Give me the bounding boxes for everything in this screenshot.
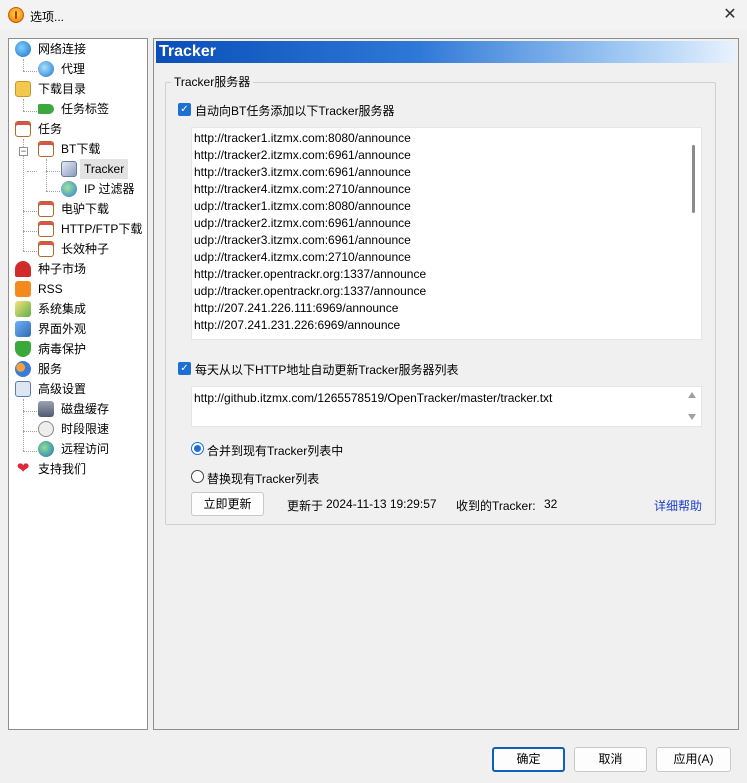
auto-add-label: 自动向BT任务添加以下Tracker服务器 — [195, 104, 395, 118]
users-icon — [15, 361, 31, 377]
update-now-button[interactable]: 立即更新 — [191, 492, 264, 516]
rss-icon — [15, 281, 31, 297]
tracker-cube-icon — [61, 161, 77, 177]
apply-button[interactable]: 应用(A) — [656, 747, 731, 772]
auto-update-label: 每天从以下HTTP地址自动更新Tracker服务器列表 — [195, 363, 459, 377]
remote-globe-icon — [38, 441, 54, 457]
status-received: 收到的Tracker: — [456, 499, 536, 513]
task-clipboard-icon — [15, 121, 31, 137]
options-tree[interactable]: − 网络连接 代理 下载目录 任务标签 任务 BT下载 Tracker IP 过… — [8, 38, 148, 730]
cancel-button[interactable]: 取消 — [574, 747, 647, 772]
close-button[interactable]: ✕ — [718, 4, 742, 26]
tracker-list-scrollbar[interactable] — [692, 145, 695, 213]
tracker-line: http://tracker4.itzmx.com:2710/announce — [194, 182, 411, 196]
globe-proxy-icon — [38, 61, 54, 77]
window-title: 选项... — [30, 10, 65, 24]
appearance-icon — [15, 321, 31, 337]
tracker-line: http://tracker1.itzmx.com:8080/announce — [194, 131, 411, 145]
shield-icon — [15, 341, 31, 357]
auto-add-checkbox[interactable]: ✓ — [178, 103, 191, 116]
bt-collapse-toggle[interactable]: − — [19, 147, 28, 156]
folder-open-icon — [15, 81, 31, 97]
tracker-line: http://207.241.231.226:6969/announce — [194, 318, 401, 332]
tracker-line: udp://tracker.opentrackr.org:1337/announ… — [194, 284, 427, 298]
tracker-line: udp://tracker4.itzmx.com:2710/announce — [194, 250, 411, 264]
status-count: 32 — [544, 497, 558, 511]
magnet-icon — [15, 261, 31, 277]
schedule-icon — [38, 421, 54, 437]
replace-radio[interactable] — [191, 470, 204, 483]
tracker-line: udp://tracker2.itzmx.com:6961/announce — [194, 216, 411, 230]
app-icon — [8, 7, 24, 23]
merge-label: 合并到现有Tracker列表中 — [207, 444, 344, 458]
panel-header: Tracker — [156, 41, 736, 63]
tracker-line: http://tracker2.itzmx.com:6961/announce — [194, 148, 411, 162]
auto-update-checkbox[interactable]: ✓ — [178, 362, 191, 375]
update-url-text: http://github.itzmx.com/1265578519/OpenT… — [194, 391, 553, 405]
ok-button[interactable]: 确定 — [492, 747, 565, 772]
scroll-down-icon[interactable] — [688, 414, 696, 420]
replace-label: 替换现有Tracker列表 — [207, 472, 320, 486]
status-date: 2024-11-13 19:29:57 — [326, 497, 437, 511]
ip-filter-icon — [61, 181, 77, 197]
ed2k-task-icon — [38, 201, 54, 217]
tag-icon — [38, 104, 54, 114]
advanced-settings-icon — [15, 381, 31, 397]
disk-cache-icon — [38, 401, 54, 417]
long-seed-icon — [38, 241, 54, 257]
tracker-list-textarea[interactable]: http://tracker1.itzmx.com:8080/announce … — [191, 127, 702, 340]
tracker-line: http://207.241.226.111:6969/announce — [194, 301, 399, 315]
group-title: Tracker服务器 — [171, 73, 254, 90]
bt-task-icon — [38, 141, 54, 157]
tracker-line: http://tracker3.itzmx.com:6961/announce — [194, 165, 411, 179]
panel-title: Tracker — [159, 43, 216, 60]
tracker-settings-panel: Tracker Tracker服务器 ✓ 自动向BT任务添加以下Tracker服… — [153, 38, 739, 730]
http-task-icon — [38, 221, 54, 237]
title-bar: 选项... ✕ — [0, 0, 747, 30]
scroll-up-icon[interactable] — [688, 392, 696, 398]
merge-radio[interactable] — [191, 442, 204, 455]
system-integration-icon — [15, 301, 31, 317]
update-url-textarea[interactable]: http://github.itzmx.com/1265578519/OpenT… — [191, 386, 702, 427]
tracker-line: udp://tracker3.itzmx.com:6961/announce — [194, 233, 411, 247]
tracker-line: http://tracker.opentrackr.org:1337/annou… — [194, 267, 427, 281]
heart-icon: ❤ — [16, 460, 30, 477]
globe-network-icon — [15, 41, 31, 57]
status-prefix: 更新于 — [287, 499, 324, 513]
tracker-line: udp://tracker1.itzmx.com:8080/announce — [194, 199, 411, 213]
help-link[interactable]: 详细帮助 — [654, 497, 702, 514]
